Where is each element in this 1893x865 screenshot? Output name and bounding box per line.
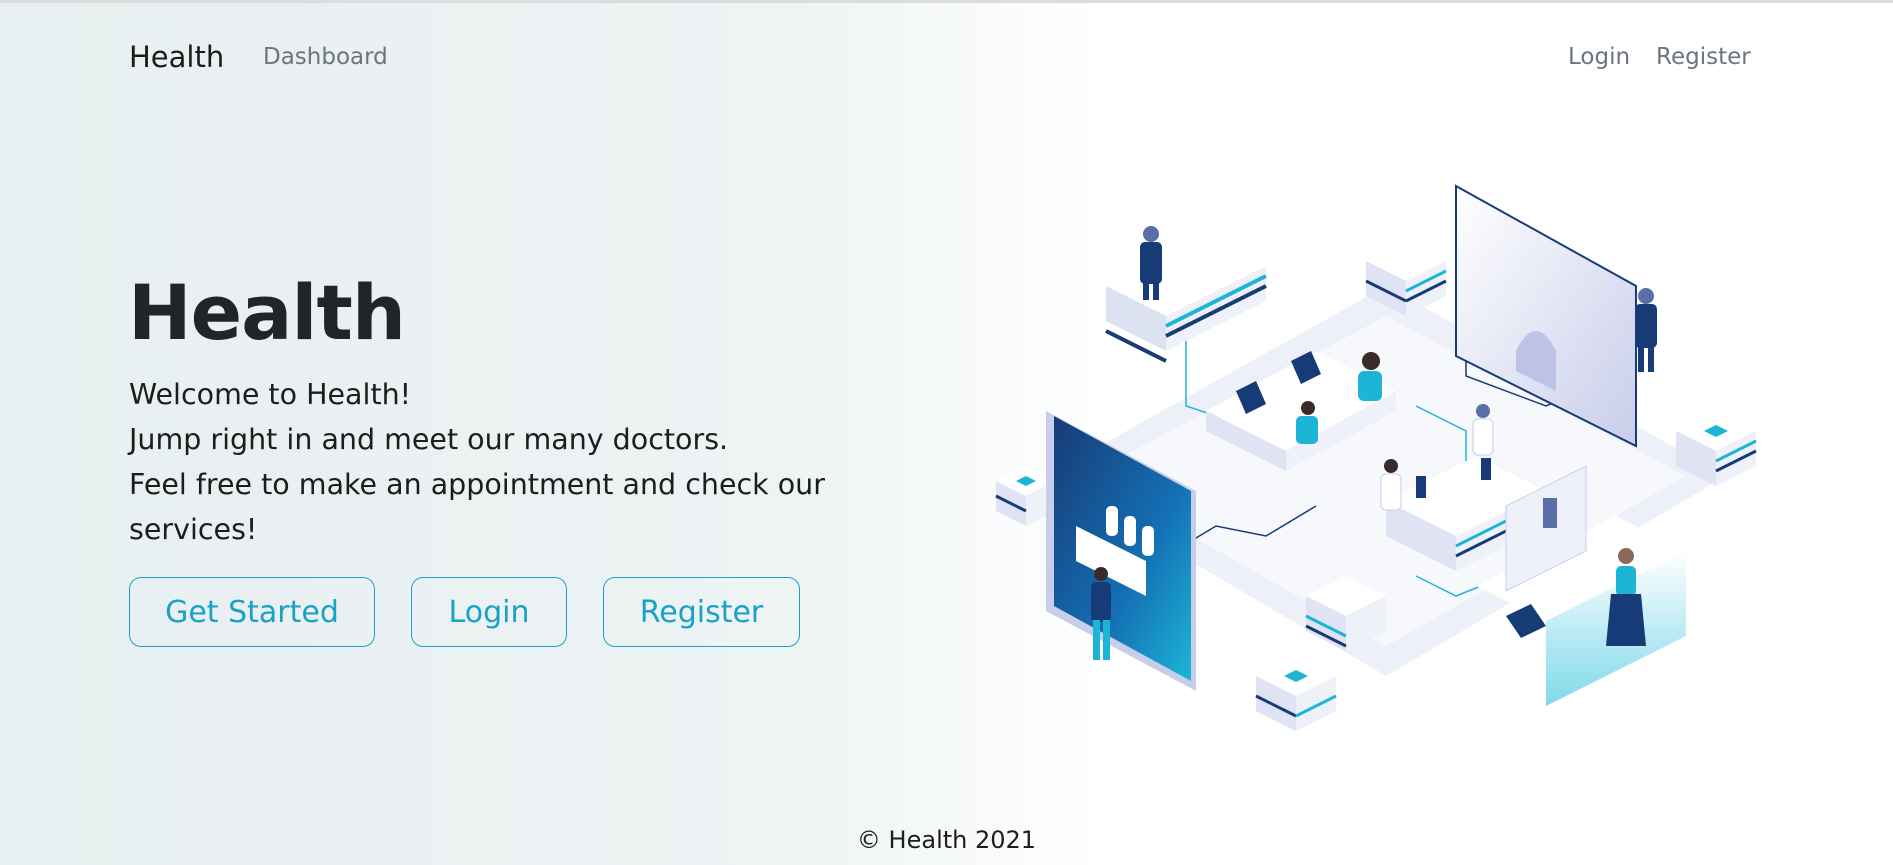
nav-login-link[interactable]: Login: [1568, 44, 1630, 70]
get-started-button[interactable]: Get Started: [129, 577, 375, 647]
isometric-hospital-illustration-icon: [995, 184, 1757, 731]
top-border: [0, 0, 1893, 3]
hero-title: Health: [128, 268, 406, 357]
hero-line-1: Welcome to Health!: [129, 378, 412, 411]
hero-description: Welcome to Health! Jump right in and mee…: [129, 372, 889, 552]
register-button[interactable]: Register: [603, 577, 800, 647]
hero-line-3: Feel free to make an appointment and che…: [129, 468, 825, 501]
nav-register-link[interactable]: Register: [1656, 44, 1751, 70]
footer-copyright: © Health 2021: [856, 826, 1037, 854]
login-button[interactable]: Login: [411, 577, 567, 647]
hero-line-2: Jump right in and meet our many doctors.: [129, 423, 729, 456]
hero-line-4: services!: [129, 513, 258, 546]
top-navbar: Health Dashboard Login Register: [0, 28, 1893, 88]
brand-link[interactable]: Health: [129, 40, 224, 74]
nav-dashboard-link[interactable]: Dashboard: [263, 44, 388, 70]
